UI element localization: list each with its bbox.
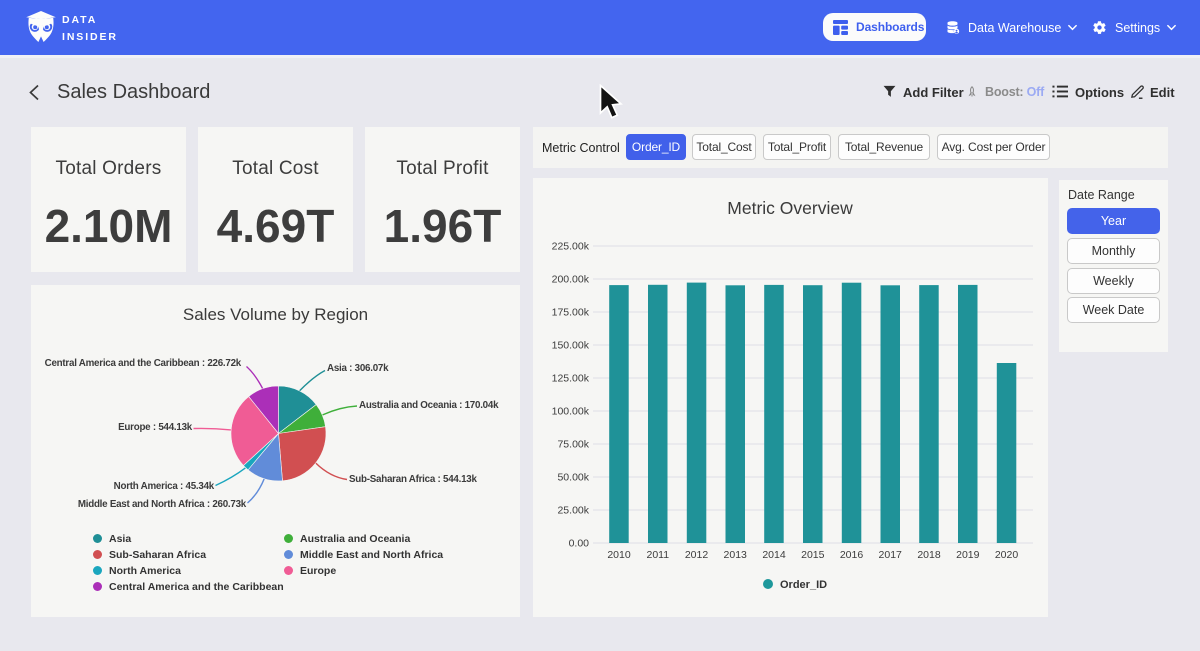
svg-text:125.00k: 125.00k: [552, 373, 590, 385]
svg-text:2018: 2018: [917, 549, 941, 561]
svg-text:2017: 2017: [879, 549, 903, 561]
svg-text:2011: 2011: [647, 549, 670, 561]
svg-text:25.00k: 25.00k: [557, 505, 589, 517]
svg-text:2016: 2016: [840, 549, 864, 561]
svg-text:50.00k: 50.00k: [557, 472, 589, 484]
svg-text:2020: 2020: [995, 549, 1019, 561]
svg-text:2015: 2015: [801, 549, 825, 561]
svg-text:2019: 2019: [956, 549, 980, 561]
svg-text:2013: 2013: [724, 549, 748, 561]
svg-text:75.00k: 75.00k: [557, 439, 589, 451]
svg-text:Metric Overview: Metric Overview: [727, 198, 853, 218]
svg-text:Order_ID: Order_ID: [780, 579, 827, 591]
svg-text:150.00k: 150.00k: [552, 340, 590, 352]
svg-text:0.00: 0.00: [569, 538, 590, 550]
svg-text:225.00k: 225.00k: [552, 241, 590, 253]
svg-text:2010: 2010: [607, 549, 631, 561]
svg-text:2014: 2014: [762, 549, 786, 561]
svg-text:175.00k: 175.00k: [552, 307, 590, 319]
svg-text:100.00k: 100.00k: [552, 406, 590, 418]
svg-text:200.00k: 200.00k: [552, 274, 590, 286]
svg-text:2012: 2012: [685, 549, 709, 561]
